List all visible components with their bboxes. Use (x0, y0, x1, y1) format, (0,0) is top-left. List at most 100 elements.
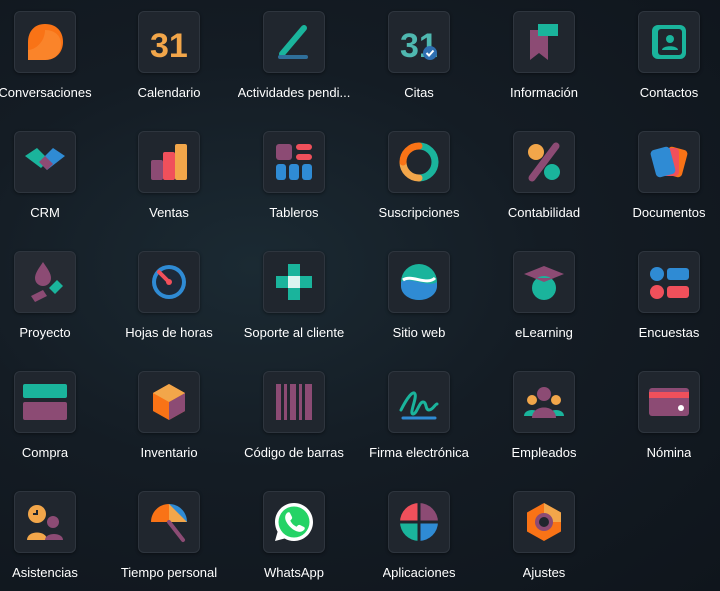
app-label: Hojas de horas (125, 325, 213, 340)
whatsapp-icon (275, 503, 313, 541)
app-tile[interactable] (638, 251, 700, 313)
app-label: Código de barras (244, 445, 344, 460)
app-nomina[interactable]: Nómina (607, 360, 720, 470)
app-empleados[interactable]: Empleados (482, 360, 606, 470)
app-label: CRM (30, 205, 60, 220)
app-documentos[interactable]: Documentos (607, 120, 720, 230)
app-label: Ventas (149, 205, 189, 220)
app-ajustes[interactable]: Ajustes (482, 480, 606, 590)
app-elearning[interactable]: eLearning (482, 240, 606, 350)
gear-hexagon-icon (527, 503, 561, 541)
svg-text:31: 31 (150, 27, 188, 64)
app-tile[interactable] (14, 491, 76, 553)
app-tile[interactable] (263, 251, 325, 313)
umbrella-icon (151, 504, 187, 542)
signature-icon (399, 391, 439, 420)
app-tile[interactable] (263, 131, 325, 193)
app-aplicaciones[interactable]: Aplicaciones (357, 480, 481, 590)
app-label: WhatsApp (264, 565, 324, 580)
calendar-check-icon: 31 (400, 27, 438, 64)
app-actividades[interactable]: Actividades pendi... (232, 0, 356, 110)
app-inventario[interactable]: Inventario (107, 360, 231, 470)
app-tile[interactable]: 31 (138, 11, 200, 73)
app-label: Contabilidad (507, 205, 581, 220)
credit-card-icon (23, 384, 67, 420)
app-tableros[interactable]: Tableros (232, 120, 356, 230)
app-label: Compra (21, 445, 69, 460)
cycle-icon (399, 142, 439, 182)
app-encuestas[interactable]: Encuestas (607, 240, 720, 350)
percent-icon (528, 142, 560, 182)
app-tile[interactable] (14, 131, 76, 193)
app-suscripciones[interactable]: Suscripciones (357, 120, 481, 230)
app-informacion[interactable]: Información (482, 0, 606, 110)
app-contabilidad[interactable]: Contabilidad (482, 120, 606, 230)
app-compra[interactable]: Compra (0, 360, 107, 470)
app-codigo-barras[interactable]: Código de barras (232, 360, 356, 470)
app-tile[interactable] (388, 371, 450, 433)
app-tile[interactable] (388, 131, 450, 193)
app-tile[interactable] (638, 371, 700, 433)
app-asistencias[interactable]: Asistencias (0, 480, 107, 590)
app-soporte[interactable]: Soporte al cliente (232, 240, 356, 350)
app-label: Encuestas (638, 325, 700, 340)
app-label: Información (510, 85, 578, 100)
app-tile[interactable] (138, 131, 200, 193)
app-tile[interactable] (388, 491, 450, 553)
app-label: Tableros (269, 205, 319, 220)
app-tile[interactable] (263, 11, 325, 73)
documents-icon (650, 146, 688, 178)
app-tile[interactable] (638, 131, 700, 193)
app-citas[interactable]: 31 Citas (357, 0, 481, 110)
app-contactos[interactable]: Contactos (607, 0, 720, 110)
globe-wave-icon (401, 264, 437, 300)
app-tile[interactable] (14, 371, 76, 433)
app-tile[interactable] (138, 491, 200, 553)
app-tile[interactable] (14, 11, 76, 73)
project-drop-icon (31, 262, 63, 302)
dashboard-icon (276, 144, 312, 180)
app-tile[interactable] (263, 371, 325, 433)
app-sitio-web[interactable]: Sitio web (357, 240, 481, 350)
app-hojas-horas[interactable]: Hojas de horas (107, 240, 231, 350)
app-whatsapp[interactable]: WhatsApp (232, 480, 356, 590)
app-tile[interactable] (388, 251, 450, 313)
app-label: Firma electrónica (369, 445, 469, 460)
app-label: Calendario (137, 85, 201, 100)
app-ventas[interactable]: Ventas (107, 120, 231, 230)
app-label: Empleados (511, 445, 577, 460)
app-calendario[interactable]: 31 Calendario (107, 0, 231, 110)
support-cross-icon (276, 264, 312, 300)
app-label: Asistencias (12, 565, 78, 580)
app-crm[interactable]: CRM (0, 120, 107, 230)
app-tile[interactable]: 31 (388, 11, 450, 73)
app-label: Inventario (140, 445, 198, 460)
app-tile[interactable] (263, 491, 325, 553)
payroll-card-icon (649, 388, 689, 416)
app-tile[interactable] (638, 11, 700, 73)
app-proyecto[interactable]: Proyecto (0, 240, 107, 350)
app-label: Ajustes (522, 565, 566, 580)
app-tile[interactable] (513, 11, 575, 73)
app-tile[interactable] (513, 251, 575, 313)
app-label: Documentos (632, 205, 706, 220)
app-tiempo-personal[interactable]: Tiempo personal (107, 480, 231, 590)
bookmark-icon (530, 24, 558, 60)
apps-quadrant-icon (400, 503, 438, 541)
contact-card-icon (652, 25, 686, 59)
app-conversaciones[interactable]: Conversaciones (0, 0, 107, 110)
app-tile[interactable] (14, 251, 76, 313)
handshake-icon (25, 148, 65, 170)
app-tile[interactable] (513, 131, 575, 193)
app-tile[interactable] (138, 251, 200, 313)
app-label: Nómina (646, 445, 692, 460)
app-firma[interactable]: Firma electrónica (357, 360, 481, 470)
chat-bubble-icon (28, 24, 63, 60)
box-cube-icon (153, 384, 185, 420)
app-label: Aplicaciones (382, 565, 456, 580)
app-tile[interactable] (138, 371, 200, 433)
app-tile[interactable] (513, 491, 575, 553)
app-label: Sitio web (392, 325, 446, 340)
app-label: Tiempo personal (120, 565, 218, 580)
app-tile[interactable] (513, 371, 575, 433)
